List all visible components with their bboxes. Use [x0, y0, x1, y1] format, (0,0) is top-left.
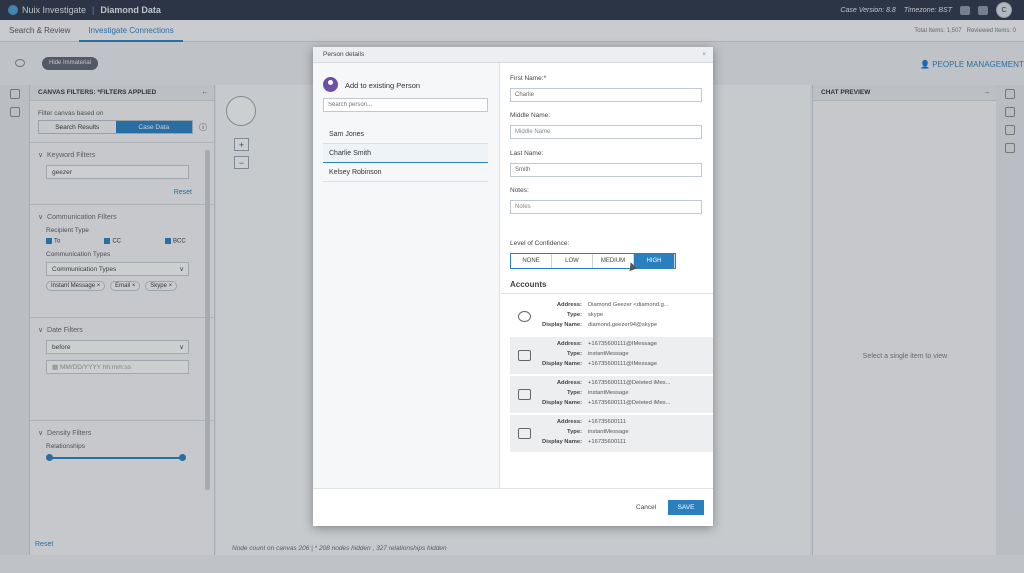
account-type: skype: [588, 312, 604, 318]
account-type: instantMessage: [588, 429, 629, 435]
person-details-dialog: Person details × Add to existing Person S…: [313, 47, 713, 526]
account-address: Diamond Geezer <diamond.g...: [588, 302, 669, 308]
middle-name-field[interactable]: Middle Name: [510, 125, 702, 139]
last-name-label: Last Name:: [510, 150, 544, 157]
account-type: instantMessage: [588, 351, 629, 357]
address-label: Address:: [556, 419, 582, 425]
account-display-name: +16735600111: [588, 439, 626, 445]
save-button[interactable]: SAVE: [668, 500, 704, 515]
account-row: Address: +16735600111 Type: instantMessage…: [510, 415, 713, 453]
first-name-label: First Name:*: [510, 75, 547, 82]
display-name-label: Display Name:: [542, 439, 582, 445]
dialog-footer: Cancel SAVE: [313, 488, 713, 526]
accounts-divider: [501, 293, 713, 294]
account-row: Address: +16735600111@IMessage Type: insta…: [510, 337, 713, 375]
address-label: Address:: [556, 341, 582, 347]
first-name-field[interactable]: Charlie: [510, 88, 702, 102]
display-name-label: Display Name:: [542, 400, 582, 406]
search-person-input[interactable]: [323, 98, 488, 112]
middle-name-label: Middle Name:: [510, 112, 551, 119]
display-name-label: Display Name:: [542, 322, 582, 328]
dialog-title: Person details: [323, 51, 365, 58]
last-name-field[interactable]: Smith: [510, 163, 702, 177]
account-type: instantMessage: [588, 390, 629, 396]
account-display-name: +16735600111@Deleted iMes...: [588, 400, 671, 406]
close-icon[interactable]: ×: [702, 47, 713, 62]
type-label: Type:: [566, 390, 582, 396]
confidence-high[interactable]: HIGH: [634, 254, 675, 268]
person-icon: [323, 77, 338, 92]
address-label: Address:: [556, 302, 582, 308]
confidence-selector: NONE LOW MEDIUM HIGH: [510, 253, 676, 269]
person-form: First Name:* Charlie Middle Name: Middle…: [501, 63, 713, 488]
confidence-none[interactable]: NONE: [511, 254, 552, 268]
display-name-label: Display Name:: [542, 361, 582, 367]
existing-person-pane: Add to existing Person Sam Jones Charlie…: [313, 63, 500, 488]
add-existing-label: Add to existing Person: [345, 81, 421, 90]
list-item[interactable]: Sam Jones: [323, 125, 488, 144]
account-row: Address: Diamond Geezer <diamond.g... Typ…: [510, 298, 713, 336]
account-address: +16735600111@IMessage: [588, 341, 658, 347]
confidence-low[interactable]: LOW: [552, 254, 593, 268]
type-label: Type:: [566, 429, 582, 435]
account-address: +16735600111: [588, 419, 626, 425]
account-display-name: +16735600111@IMessage: [588, 361, 658, 367]
account-row: Address: +16735600111@Deleted iMes... Typ…: [510, 376, 713, 414]
notes-field[interactable]: Notes: [510, 200, 702, 214]
notes-label: Notes:: [510, 187, 529, 194]
accounts-title: Accounts: [510, 280, 547, 289]
type-label: Type:: [566, 351, 582, 357]
list-item[interactable]: Charlie Smith: [323, 144, 488, 163]
type-label: Type:: [566, 312, 582, 318]
account-display-name: diamond.geezer94@skype: [588, 322, 658, 328]
person-list: Sam Jones Charlie Smith Kelsey Robinson: [323, 125, 488, 182]
confidence-label: Level of Confidence:: [510, 240, 570, 247]
address-label: Address:: [556, 380, 582, 386]
list-item[interactable]: Kelsey Robinson: [323, 163, 488, 182]
cancel-button[interactable]: Cancel: [636, 504, 656, 511]
account-address: +16735600111@Deleted iMes...: [588, 380, 671, 386]
